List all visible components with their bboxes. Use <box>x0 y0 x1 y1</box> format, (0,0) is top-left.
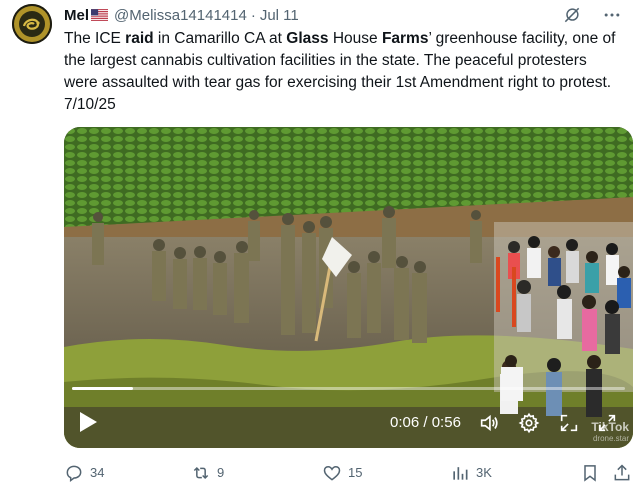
repost-button[interactable]: 9 <box>191 463 224 483</box>
like-count: 15 <box>348 465 363 480</box>
share-button[interactable] <box>612 463 632 483</box>
tweet-header: Mel @Melissa14141414 · Jul 11 <box>64 4 622 26</box>
post-date[interactable]: Jul 11 <box>260 7 299 24</box>
tweet-text-seg1: The ICE <box>64 30 126 47</box>
tiktok-watermark: TikTok <box>591 420 629 434</box>
bookmark-icon <box>584 465 596 482</box>
video-current-time: 0:06 <box>390 414 420 431</box>
tweet-text-seg4: Glass <box>286 30 329 47</box>
repost-count: 9 <box>217 465 225 480</box>
reply-icon <box>66 465 82 482</box>
reply-count: 34 <box>90 465 105 480</box>
separator-dot: · <box>250 6 256 24</box>
video-player[interactable]: 0:06 / 0:56 TikTok drone.star <box>64 127 633 448</box>
bookmark-button[interactable] <box>580 463 600 483</box>
reply-button[interactable]: 34 <box>64 463 104 483</box>
gadsden-flag-avatar-image <box>12 4 52 44</box>
settings-gear-icon[interactable] <box>518 412 540 439</box>
tweet-action-bar: 34 9 15 3K <box>64 462 630 484</box>
tweet-text-seg6: Farms <box>381 30 429 47</box>
tweet-text-seg3: in Camarillo CA at <box>153 30 287 47</box>
video-frame-image <box>64 127 633 448</box>
author-handle[interactable]: @Melissa14141414 <box>114 7 247 24</box>
views-button[interactable]: 3K <box>450 463 492 483</box>
share-icon <box>614 464 630 481</box>
video-progress-bar[interactable] <box>72 387 625 390</box>
video-duration: 0:56 <box>431 414 461 431</box>
tiktok-watermark-handle: drone.star <box>592 434 629 443</box>
us-flag-icon <box>91 9 109 21</box>
author-name[interactable]: Mel <box>64 7 89 24</box>
grok-icon[interactable] <box>562 5 582 25</box>
video-progress-fill <box>72 387 133 390</box>
tweet-text-seg2: raid <box>125 30 154 47</box>
more-options-icon[interactable] <box>602 5 622 25</box>
video-time-separator: / <box>419 414 432 431</box>
avatar[interactable] <box>12 4 52 44</box>
tweet-text-seg5: House <box>328 30 382 47</box>
tweet-text: The ICE raid in Camarillo CA at Glass Ho… <box>64 28 624 116</box>
views-chart-icon <box>453 467 468 480</box>
play-icon[interactable] <box>78 411 98 438</box>
video-time: 0:06 / 0:56 <box>390 414 461 431</box>
like-button[interactable]: 15 <box>322 463 362 483</box>
picture-in-picture-icon[interactable] <box>558 412 580 439</box>
repost-icon <box>193 466 209 480</box>
heart-icon <box>323 465 341 481</box>
volume-icon[interactable] <box>478 412 500 439</box>
views-count: 3K <box>476 465 492 480</box>
